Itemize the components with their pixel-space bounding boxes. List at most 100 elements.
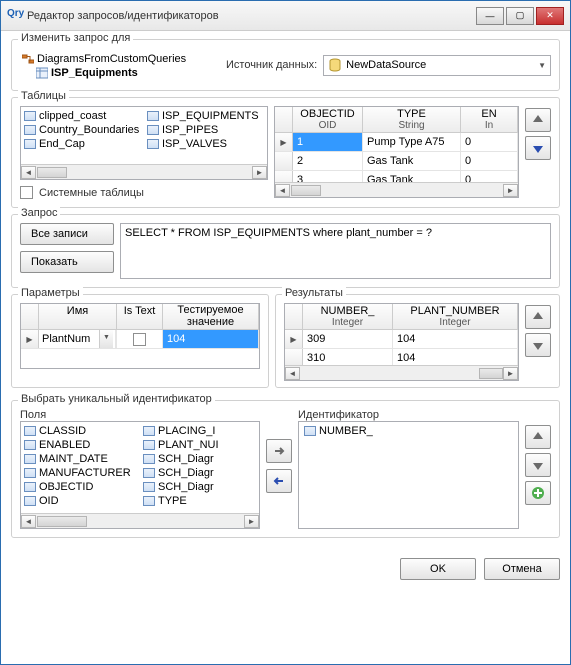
scroll-thumb[interactable]	[37, 516, 87, 527]
istext-checkbox[interactable]	[133, 333, 146, 346]
diagram-tree[interactable]: DiagramsFromCustomQueries ISP_Equipments	[22, 52, 220, 80]
list-item[interactable]: ENABLED	[21, 438, 140, 452]
scroll-right-icon[interactable]: ►	[503, 367, 518, 380]
query-group: Запрос Все записи Показать SELECT * FROM…	[11, 214, 560, 288]
test-value-cell[interactable]: 104	[163, 330, 259, 348]
list-item[interactable]: CLASSID	[21, 424, 140, 438]
col-header[interactable]: PLANT_NUMBER	[397, 305, 513, 317]
change-for-label: Изменить запрос для	[18, 32, 133, 44]
list-item[interactable]: OID	[21, 494, 140, 508]
diagram-icon	[22, 53, 34, 65]
param-row[interactable]: ▶ PlantNum▼ 104	[21, 330, 259, 349]
table-row[interactable]: 2Gas Tank0	[275, 152, 518, 171]
remove-field-button[interactable]	[266, 469, 292, 493]
tables-listbox[interactable]: clipped_coastCountry_BoundariesEnd_Cap I…	[20, 106, 268, 180]
datasource-label: Источник данных:	[226, 59, 317, 71]
move-up-button[interactable]	[525, 305, 551, 329]
scroll-left-icon[interactable]: ◄	[21, 166, 36, 179]
scroll-right-icon[interactable]: ►	[244, 515, 259, 528]
move-up-button[interactable]	[525, 108, 551, 132]
table-icon	[24, 454, 36, 464]
show-button[interactable]: Показать	[20, 251, 114, 273]
list-item[interactable]: ISP_PIPES	[144, 123, 267, 137]
table-icon	[147, 125, 159, 135]
tables-label: Таблицы	[18, 90, 69, 102]
ok-button[interactable]: OK	[400, 558, 476, 580]
list-item[interactable]: clipped_coast	[21, 109, 144, 123]
table-icon	[24, 468, 36, 478]
table-row[interactable]: ▶1Pump Type A750	[275, 133, 518, 152]
list-item[interactable]: SCH_Diagr	[140, 452, 259, 466]
scroll-left-icon[interactable]: ◄	[21, 515, 36, 528]
query-textarea[interactable]: SELECT * FROM ISP_EQUIPMENTS where plant…	[120, 223, 551, 279]
scroll-left-icon[interactable]: ◄	[275, 184, 290, 197]
col-header[interactable]: Is Text	[117, 304, 163, 329]
datasource-combo[interactable]: NewDataSource ▼	[323, 55, 551, 76]
table-icon	[143, 482, 155, 492]
list-item[interactable]: SCH_Diagr	[140, 480, 259, 494]
all-records-button[interactable]: Все записи	[20, 223, 114, 245]
datasource-value: NewDataSource	[346, 59, 426, 71]
scroll-thumb[interactable]	[291, 185, 321, 196]
maximize-button[interactable]: ▢	[506, 7, 534, 25]
table-row[interactable]: ▶309104	[285, 330, 518, 349]
list-item[interactable]: PLACING_I	[140, 424, 259, 438]
scroll-right-icon[interactable]: ►	[252, 166, 267, 179]
col-header[interactable]: EN	[465, 108, 513, 120]
tables-hscroll[interactable]: ◄ ►	[21, 164, 267, 179]
identifier-listbox[interactable]: NUMBER_	[298, 421, 519, 529]
scroll-left-icon[interactable]: ◄	[285, 367, 300, 380]
system-tables-checkbox[interactable]	[20, 186, 33, 199]
col-header[interactable]: Тестируемое значение	[163, 304, 259, 329]
list-item[interactable]: NUMBER_	[301, 424, 516, 438]
col-header[interactable]: OBJECTID	[297, 108, 358, 120]
col-header[interactable]: TYPE	[367, 108, 456, 120]
preview-grid[interactable]: OBJECTIDOID TYPEString ENIn ▶1Pump Type …	[274, 106, 519, 198]
results-grid[interactable]: NUMBER_Integer PLANT_NUMBERInteger ▶3091…	[284, 303, 519, 381]
move-down-button[interactable]	[525, 333, 551, 357]
list-item[interactable]: ISP_EQUIPMENTS	[144, 109, 267, 123]
scroll-right-icon[interactable]: ►	[503, 184, 518, 197]
list-item[interactable]: End_Cap	[21, 137, 144, 151]
list-item[interactable]: Country_Boundaries	[21, 123, 144, 137]
id-label: Идентификатор	[298, 409, 519, 421]
param-name-combo[interactable]: PlantNum▼	[39, 330, 116, 348]
table-icon	[143, 440, 155, 450]
params-grid[interactable]: Имя Is Text Тестируемое значение ▶ Plant…	[20, 303, 260, 369]
app-icon: Qry	[7, 8, 23, 24]
col-header[interactable]: Имя	[39, 304, 117, 329]
fields-listbox[interactable]: CLASSIDENABLEDMAINT_DATEMANUFACTUREROBJE…	[20, 421, 260, 529]
params-label: Параметры	[18, 287, 83, 299]
add-button[interactable]	[525, 481, 551, 505]
close-button[interactable]: ✕	[536, 7, 564, 25]
table-icon	[304, 426, 316, 436]
move-up-button[interactable]	[525, 425, 551, 449]
fields-hscroll[interactable]: ◄ ►	[21, 513, 259, 528]
list-item[interactable]: PLANT_NUI	[140, 438, 259, 452]
list-item[interactable]: SCH_Diagr	[140, 466, 259, 480]
add-field-button[interactable]	[266, 439, 292, 463]
scroll-thumb[interactable]	[479, 368, 503, 379]
database-icon	[328, 58, 342, 72]
cancel-button[interactable]: Отмена	[484, 558, 560, 580]
list-item[interactable]: MANUFACTURER	[21, 466, 140, 480]
table-icon	[143, 468, 155, 478]
list-item[interactable]: MAINT_DATE	[21, 452, 140, 466]
list-item[interactable]: TYPE	[140, 494, 259, 508]
results-label: Результаты	[282, 287, 346, 299]
minimize-button[interactable]: —	[476, 7, 504, 25]
results-group: Результаты NUMBER_Integer PLANT_NUMBERIn…	[275, 294, 560, 388]
list-item[interactable]: ISP_VALVES	[144, 137, 267, 151]
tree-root[interactable]: DiagramsFromCustomQueries	[22, 52, 220, 66]
list-item[interactable]: OBJECTID	[21, 480, 140, 494]
identifier-group: Выбрать уникальный идентификатор Поля CL…	[11, 400, 560, 538]
titlebar[interactable]: Qry Редактор запросов/идентификаторов — …	[1, 1, 570, 31]
col-header[interactable]: NUMBER_	[307, 305, 388, 317]
scroll-thumb[interactable]	[37, 167, 67, 178]
move-down-button[interactable]	[525, 136, 551, 160]
preview-hscroll[interactable]: ◄ ►	[275, 182, 518, 197]
move-down-button[interactable]	[525, 453, 551, 477]
tree-root-label: DiagramsFromCustomQueries	[37, 53, 186, 65]
tree-child[interactable]: ISP_Equipments	[36, 66, 220, 80]
results-hscroll[interactable]: ◄ ►	[285, 365, 518, 380]
